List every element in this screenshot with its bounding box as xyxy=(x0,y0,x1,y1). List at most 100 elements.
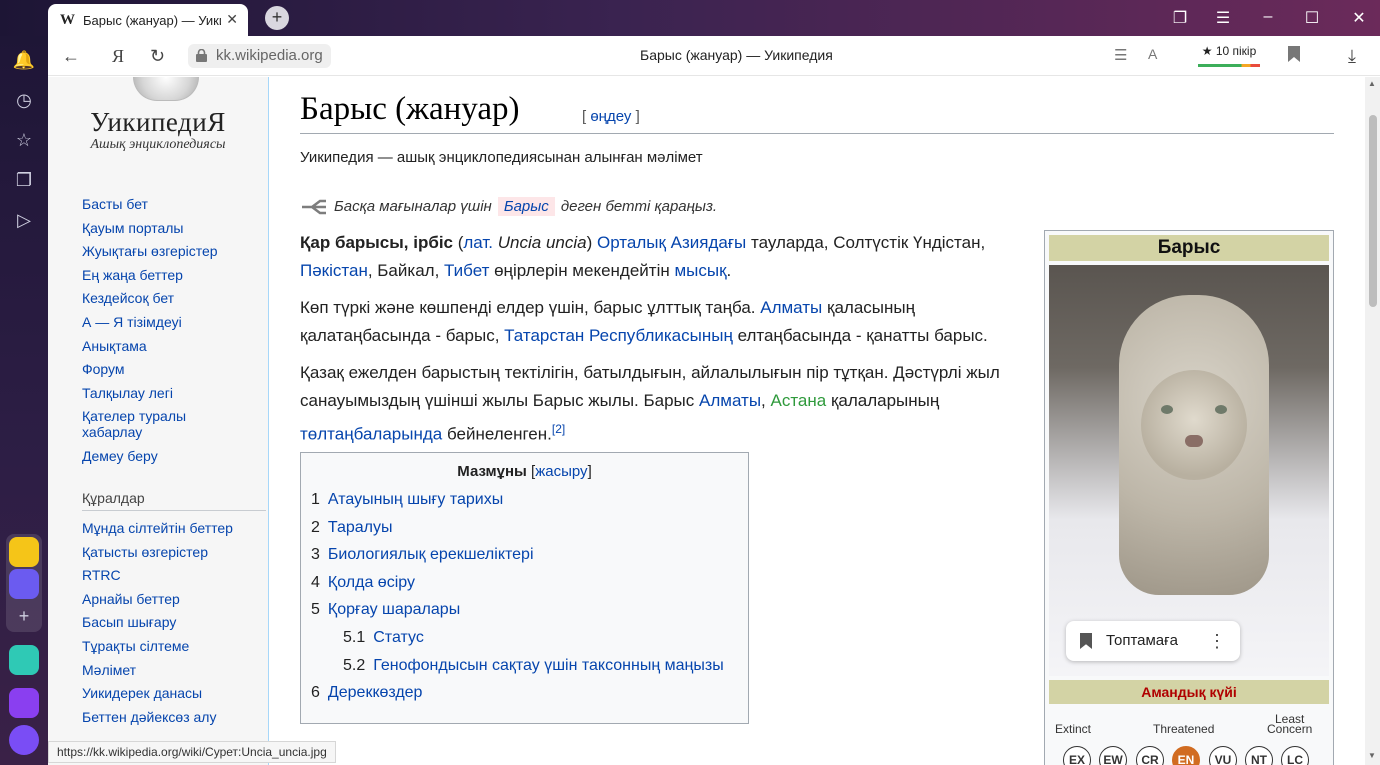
almaty-link[interactable]: Алматы xyxy=(699,391,761,410)
sidebar-link[interactable]: А — Я тізімдеуі xyxy=(82,314,272,330)
sidebar-link[interactable]: Қателер туралы хабарлау xyxy=(82,408,212,440)
status-en[interactable]: EN xyxy=(1172,746,1200,765)
reader-mode-icon[interactable]: ☰ xyxy=(1114,46,1127,64)
pakistan-link[interactable]: Пәкістан xyxy=(300,261,368,280)
tatarstan-link[interactable]: Татарстан Республикасының xyxy=(504,326,733,345)
reference-link[interactable]: [2] xyxy=(552,422,565,436)
maximize-icon[interactable]: ☐ xyxy=(1302,8,1322,28)
history-icon[interactable]: ◷ xyxy=(12,88,36,112)
back-arrow-icon[interactable]: ← xyxy=(62,46,80,67)
scrollbar-thumb[interactable] xyxy=(1369,115,1377,307)
close-tab-icon[interactable]: ✕ xyxy=(226,11,238,28)
scroll-up-icon[interactable]: ▲ xyxy=(1368,79,1376,88)
assistant-icon[interactable] xyxy=(9,725,39,755)
toc-link[interactable]: Дереккөздер xyxy=(328,684,423,701)
tab-groups-icon[interactable]: ❐ xyxy=(1170,8,1190,28)
wikipedia-logo[interactable]: УикипедиЯ xyxy=(78,107,238,138)
alice-app-icon[interactable] xyxy=(9,688,39,718)
toc-link[interactable]: Биологиялық ерекшеліктері xyxy=(328,546,534,563)
minimize-icon[interactable]: – xyxy=(1258,8,1278,26)
close-window-icon[interactable]: ✕ xyxy=(1349,8,1369,28)
add-app-icon[interactable]: + xyxy=(12,604,36,628)
more-options-icon[interactable]: ⋮ xyxy=(1208,621,1226,661)
toc-item[interactable]: 2 Таралуы xyxy=(311,518,738,546)
toc-item[interactable]: 4 Қолда өсіру xyxy=(311,573,738,601)
status-cr[interactable]: CR xyxy=(1136,746,1164,765)
almaty-link[interactable]: Алматы xyxy=(760,298,822,317)
toc-link[interactable]: Атауының шығу тарихы xyxy=(328,491,503,508)
bookmark-icon xyxy=(1080,633,1092,649)
wikipedia-globe-icon[interactable] xyxy=(133,77,199,101)
menu-icon[interactable]: ☰ xyxy=(1213,8,1233,28)
tools-link[interactable]: Мұнда сілтейтін беттер xyxy=(82,520,272,536)
sidebar-link[interactable]: Ең жаңа беттер xyxy=(82,267,272,283)
active-tab[interactable]: W Барыс (жануар) — Уикипедия ✕ xyxy=(48,4,248,36)
astana-link[interactable]: Астана xyxy=(771,391,827,410)
translate-icon[interactable]: A xyxy=(1148,46,1157,62)
send-app-icon[interactable] xyxy=(9,645,39,675)
sidebar-link[interactable]: Қауым порталы xyxy=(82,220,272,236)
bookmark-icon[interactable] xyxy=(1288,46,1300,67)
tools-link[interactable]: Арнайы беттер xyxy=(82,591,272,607)
reload-icon[interactable]: ↻ xyxy=(150,46,165,67)
url-field[interactable]: kk.wikipedia.org xyxy=(188,44,331,68)
toc-item[interactable]: 5 Қорғау шаралары xyxy=(311,600,738,628)
bookmarks-star-icon[interactable]: ☆ xyxy=(12,128,36,152)
table-of-contents: Мазмұны [жасыру] 1 Атауының шығу тарихы 2… xyxy=(300,452,749,724)
video-icon[interactable]: ▷ xyxy=(12,208,36,232)
sidebar-link[interactable]: Басты бет xyxy=(82,196,272,212)
toc-hide-link[interactable]: жасыру xyxy=(535,463,587,480)
cat-link[interactable]: мысық xyxy=(674,261,726,280)
toc-num: 5 xyxy=(311,601,320,619)
emblems-link[interactable]: төлтаңбаларында xyxy=(300,425,442,444)
toc-title-row: Мазмұны [жасыру] xyxy=(311,463,738,480)
hatnote-link[interactable]: Барыс xyxy=(497,197,555,216)
notifications-icon[interactable]: 🔔 xyxy=(12,48,36,72)
status-ew[interactable]: EW xyxy=(1099,746,1127,765)
new-tab-button[interactable]: + xyxy=(265,6,289,30)
tools-link[interactable]: Тұрақты сілтеме xyxy=(82,638,272,654)
central-asia-link[interactable]: Орталық Азиядағы xyxy=(597,233,746,252)
infobox-title: Барыс xyxy=(1049,235,1329,261)
toc-item[interactable]: 3 Биологиялық ерекшеліктері xyxy=(311,545,738,573)
tools-link[interactable]: Уикидерек данасы xyxy=(82,685,272,701)
sidebar-link[interactable]: Талқылау легі xyxy=(82,385,272,401)
download-icon[interactable]: ⤓ xyxy=(1348,46,1356,67)
latin-link[interactable]: лат. xyxy=(463,233,493,252)
status-vu[interactable]: VU xyxy=(1209,746,1237,765)
status-nt[interactable]: NT xyxy=(1245,746,1273,765)
save-to-collection-button[interactable]: Топтамаға ⋮ xyxy=(1066,621,1240,661)
snow-leopard-image[interactable]: Топтамаға ⋮ xyxy=(1049,265,1329,676)
tools-link[interactable]: Мәлімет xyxy=(82,662,272,678)
sidebar-link[interactable]: Жуықтағы өзгерістер xyxy=(82,243,272,259)
scroll-down-icon[interactable]: ▼ xyxy=(1368,751,1376,760)
sidebar-link[interactable]: Анықтама xyxy=(82,338,272,354)
toc-link[interactable]: Статус xyxy=(373,629,424,646)
toc-link[interactable]: Қорғау шаралары xyxy=(328,601,460,618)
toc-item[interactable]: 6 Дереккөздер xyxy=(311,683,738,711)
toc-item[interactable]: 1 Атауының шығу тарихы xyxy=(311,490,738,518)
messenger-app-icon[interactable] xyxy=(9,569,39,599)
toc-link[interactable]: Таралуы xyxy=(328,519,393,536)
toc-item[interactable]: 5.2 Генофондысын сақтау үшін таксонның ма… xyxy=(311,656,738,684)
toc-item[interactable]: 5.1 Статус xyxy=(311,628,738,656)
tibet-link[interactable]: Тибет xyxy=(444,261,489,280)
collections-icon[interactable]: ❐ xyxy=(12,168,36,192)
toc-link[interactable]: Генофондысын сақтау үшін таксонның маңыз… xyxy=(373,657,723,674)
status-lc[interactable]: LC xyxy=(1281,746,1309,765)
tools-link[interactable]: Беттен дәйексөз алу xyxy=(82,709,272,725)
tools-link[interactable]: Қатысты өзгерістер xyxy=(82,544,272,560)
sidebar-link[interactable]: Кездейсоқ бет xyxy=(82,290,272,306)
sidebar-link[interactable]: Демеу беру xyxy=(82,448,272,464)
mail-app-icon[interactable] xyxy=(9,537,39,567)
yandex-icon[interactable]: Я xyxy=(112,46,124,67)
status-ex[interactable]: EX xyxy=(1063,746,1091,765)
reviews-badge[interactable]: ★ 10 пікір xyxy=(1198,44,1260,67)
tools-link[interactable]: RTRC xyxy=(82,567,272,583)
text: өңірлерін мекендейтін xyxy=(489,261,675,280)
toc-link[interactable]: Қолда өсіру xyxy=(328,574,415,591)
sidebar-link[interactable]: Форум xyxy=(82,361,272,377)
page-scrollbar[interactable]: ▲ ▼ xyxy=(1365,77,1380,765)
tools-link[interactable]: Басып шығару xyxy=(82,614,272,630)
edit-link[interactable]: өңдеу xyxy=(590,108,631,125)
